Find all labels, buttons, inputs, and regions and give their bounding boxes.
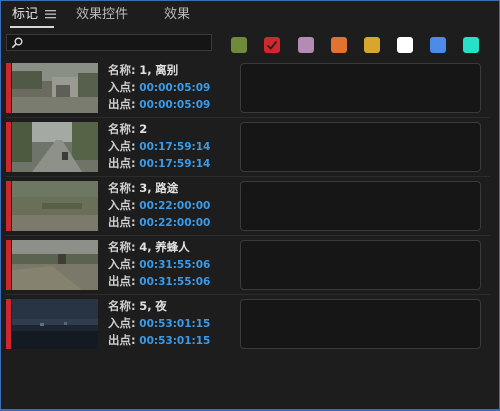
in-label: 入点: [108,257,136,271]
out-label: 出点: [108,97,136,111]
marker-name: 离别 [155,63,179,77]
tab-effects[interactable]: 效果 [164,6,190,24]
marker-number: 2 [139,122,148,136]
marker-color-bar [6,299,11,349]
in-label: 入点: [108,198,136,212]
row-divider [6,176,490,177]
in-label: 入点: [108,139,136,153]
marker-color-bar [6,240,11,290]
out-timecode[interactable]: 00:22:00:00 [139,217,210,229]
in-label: 入点: [108,316,136,330]
out-label: 出点: [108,156,136,170]
tab-markers[interactable]: 标记 [12,6,38,24]
marker-meta: 名称: 5, 夜 入点: 00:53:01:15 出点: 00:53:01:15 [108,298,238,349]
marker-thumbnail [12,181,98,231]
marker-name: 夜 [155,299,167,313]
swatch-yellow[interactable] [364,37,380,53]
marker-number: 5, [139,299,152,313]
name-label: 名称: [108,63,136,77]
swatch-violet[interactable] [298,37,314,53]
marker-number: 4, [139,240,152,254]
marker-color-bar [6,181,11,231]
marker-meta: 名称: 3, 路途 入点: 00:22:00:00 出点: 00:22:00:0… [108,180,238,231]
marker-color-bar [6,63,11,113]
swatch-green[interactable] [231,37,247,53]
swatch-orange[interactable] [331,37,347,53]
marker-comment-field[interactable] [240,122,481,172]
out-label: 出点: [108,333,136,347]
out-label: 出点: [108,215,136,229]
tab-effect-controls[interactable]: 效果控件 [76,6,128,24]
marker-comment-field[interactable] [240,299,481,349]
marker-row[interactable]: 名称: 4, 养蜂人 入点: 00:31:55:06 出点: 00:31:55:… [0,240,490,298]
out-timecode[interactable]: 00:53:01:15 [139,335,210,347]
search-box [6,34,212,51]
swatch-white[interactable] [397,37,413,53]
in-timecode[interactable]: 00:00:05:09 [139,82,210,94]
marker-number: 1, [139,63,152,77]
marker-thumbnail [12,299,98,349]
marker-row[interactable]: 名称: 1, 离别 入点: 00:00:05:09 出点: 00:00:05:0… [0,63,490,121]
swatch-cyan[interactable] [463,37,479,53]
in-timecode[interactable]: 00:17:59:14 [139,141,210,153]
in-timecode[interactable]: 00:31:55:06 [139,259,210,271]
marker-comment-field[interactable] [240,181,481,231]
row-divider [6,117,490,118]
marker-thumbnail [12,63,98,113]
marker-color-bar [6,122,11,172]
marker-name: 养蜂人 [155,240,190,254]
panel-menu-icon[interactable] [45,9,56,19]
marker-comment-field[interactable] [240,63,481,113]
out-timecode[interactable]: 00:17:59:14 [139,158,210,170]
swatch-red[interactable] [264,37,280,53]
search-input[interactable] [25,35,209,50]
marker-row[interactable]: 名称: 2 入点: 00:17:59:14 出点: 00:17:59:14 [0,122,490,180]
name-label: 名称: [108,122,136,136]
in-label: 入点: [108,80,136,94]
name-label: 名称: [108,181,136,195]
marker-row[interactable]: 名称: 5, 夜 入点: 00:53:01:15 出点: 00:53:01:15 [0,299,490,357]
marker-number: 3, [139,181,152,195]
in-timecode[interactable]: 00:53:01:15 [139,318,210,330]
search-icon [11,37,23,49]
out-timecode[interactable]: 00:00:05:09 [139,99,210,111]
name-label: 名称: [108,240,136,254]
checkmark-icon [266,40,278,50]
row-divider [6,235,490,236]
marker-thumbnail [12,122,98,172]
in-timecode[interactable]: 00:22:00:00 [139,200,210,212]
marker-meta: 名称: 4, 养蜂人 入点: 00:31:55:06 出点: 00:31:55:… [108,239,238,290]
marker-meta: 名称: 1, 离别 入点: 00:00:05:09 出点: 00:00:05:0… [108,62,238,113]
marker-name: 路途 [155,181,179,195]
row-divider [6,294,490,295]
out-timecode[interactable]: 00:31:55:06 [139,276,210,288]
marker-meta: 名称: 2 入点: 00:17:59:14 出点: 00:17:59:14 [108,121,238,172]
swatch-blue[interactable] [430,37,446,53]
tab-bar: 标记 效果控件 效果 [0,0,500,30]
active-tab-indicator [10,26,54,28]
out-label: 出点: [108,274,136,288]
marker-row[interactable]: 名称: 3, 路途 入点: 00:22:00:00 出点: 00:22:00:0… [0,181,490,239]
name-label: 名称: [108,299,136,313]
marker-comment-field[interactable] [240,240,481,290]
marker-thumbnail [12,240,98,290]
